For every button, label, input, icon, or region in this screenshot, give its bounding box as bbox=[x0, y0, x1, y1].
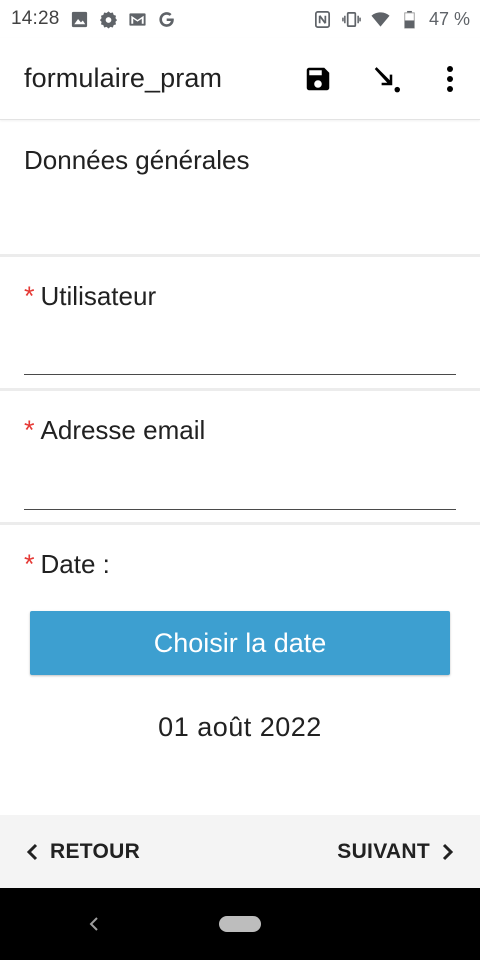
next-label: SUIVANT bbox=[337, 839, 430, 863]
vibrate-icon bbox=[342, 10, 361, 29]
required-indicator: * bbox=[24, 281, 35, 311]
nfc-icon bbox=[313, 10, 332, 29]
save-button[interactable] bbox=[284, 38, 352, 120]
chevron-right-icon bbox=[442, 843, 454, 860]
field-email: * Adresse email bbox=[0, 391, 480, 525]
field-utilisateur: * Utilisateur bbox=[0, 257, 480, 391]
field-label-text: Utilisateur bbox=[40, 281, 157, 311]
email-input[interactable] bbox=[24, 470, 456, 510]
section-title: Données générales bbox=[24, 145, 250, 175]
image-icon bbox=[70, 10, 89, 29]
more-vert-icon bbox=[447, 65, 453, 92]
system-home-pill[interactable] bbox=[219, 916, 261, 932]
system-nav-bar bbox=[0, 888, 480, 960]
gmail-icon bbox=[128, 10, 147, 29]
required-indicator: * bbox=[24, 549, 35, 579]
field-label-utilisateur: * Utilisateur bbox=[24, 281, 156, 312]
choose-date-button[interactable]: Choisir la date bbox=[30, 611, 450, 675]
app-bar: formulaire_pram bbox=[0, 38, 480, 120]
section-general: Données générales bbox=[0, 121, 480, 257]
system-back-icon[interactable] bbox=[84, 912, 104, 936]
date-value: 01 août 2022 bbox=[158, 712, 322, 742]
save-icon bbox=[306, 67, 330, 90]
more-options-button[interactable] bbox=[420, 38, 480, 120]
send-button[interactable] bbox=[352, 38, 420, 120]
back-button[interactable]: RETOUR bbox=[24, 840, 140, 864]
field-label-text: Adresse email bbox=[40, 415, 206, 445]
back-label: RETOUR bbox=[50, 839, 141, 863]
field-label-date: * Date : bbox=[24, 549, 110, 580]
status-right: 47 % bbox=[313, 9, 470, 30]
next-button[interactable]: SUIVANT bbox=[337, 840, 456, 864]
app-title: formulaire_pram bbox=[24, 63, 223, 93]
settings-icon bbox=[99, 10, 118, 29]
utilisateur-input[interactable] bbox=[24, 335, 456, 375]
status-left: 14:28 bbox=[11, 8, 176, 30]
status-time: 14:28 bbox=[11, 8, 60, 29]
send-arrow-icon bbox=[374, 66, 400, 92]
field-label-text: Date : bbox=[40, 549, 110, 579]
status-bar: 14:28 47 % bbox=[0, 0, 480, 38]
field-label-email: * Adresse email bbox=[24, 415, 205, 446]
chevron-left-icon bbox=[26, 843, 38, 860]
google-icon bbox=[157, 10, 176, 29]
app-actions bbox=[284, 38, 480, 119]
wifi-icon bbox=[371, 10, 390, 29]
required-indicator: * bbox=[24, 415, 35, 445]
battery-percent: 47 % bbox=[428, 8, 470, 29]
battery-icon bbox=[400, 10, 419, 29]
bottom-nav: RETOUR SUIVANT bbox=[0, 815, 480, 888]
